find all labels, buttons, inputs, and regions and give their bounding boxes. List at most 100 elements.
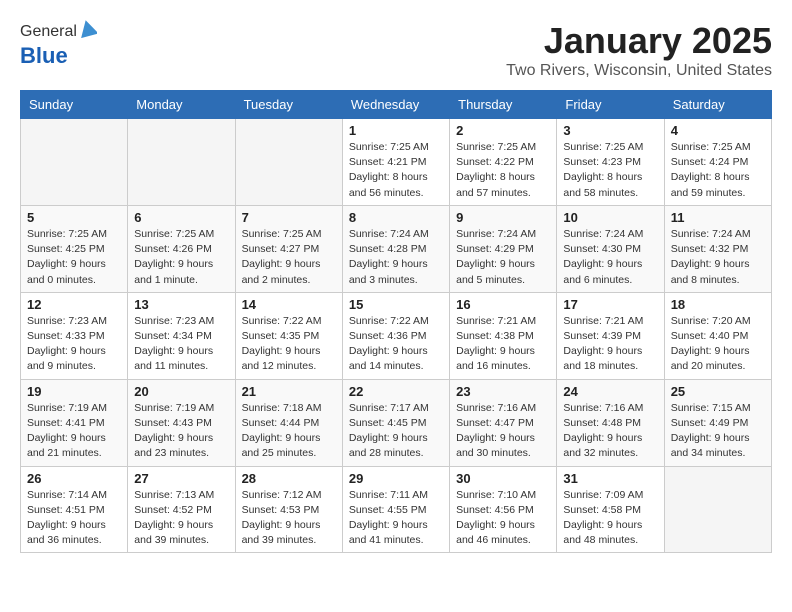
day-number: 11 [671,210,765,225]
calendar-cell: 1 Sunrise: 7:25 AM Sunset: 4:21 PM Daylig… [342,119,449,206]
day-info: Sunrise: 7:24 AM Sunset: 4:28 PM Dayligh… [349,227,443,288]
day-header-friday: Friday [557,91,664,119]
calendar-cell: 7Sunrise: 7:25 AM Sunset: 4:27 PM Daylig… [235,205,342,292]
day-header-sunday: Sunday [21,91,128,119]
calendar-cell: 18 Sunrise: 7:20 AM Sunset: 4:40 PM Dayli… [664,292,771,379]
calendar-cell [664,466,771,553]
calendar-cell: 9 Sunrise: 7:24 AM Sunset: 4:29 PM Daylig… [450,205,557,292]
day-info: Sunrise: 7:19 AM Sunset: 4:43 PM Dayligh… [134,401,228,462]
day-number: 3 [563,123,657,138]
day-number: 9 [456,210,550,225]
day-info: Sunrise: 7:23 AM Sunset: 4:34 PM Dayligh… [134,314,228,375]
day-info: Sunrise: 7:14 AM Sunset: 4:51 PM Dayligh… [27,488,121,549]
day-number: 10 [563,210,657,225]
calendar-cell [21,119,128,206]
day-info: Sunrise: 7:10 AM Sunset: 4:56 PM Dayligh… [456,488,550,549]
day-number: 30 [456,471,550,486]
logo-icon [79,20,97,38]
day-info: Sunrise: 7:09 AM Sunset: 4:58 PM Dayligh… [563,488,657,549]
day-info: Sunrise: 7:25 AM Sunset: 4:27 PM Dayligh… [242,227,336,288]
calendar-cell: 2Sunrise: 7:25 AM Sunset: 4:22 PM Daylig… [450,119,557,206]
logo-blue-text: Blue [20,43,68,69]
calendar-cell: 22 Sunrise: 7:17 AM Sunset: 4:45 PM Dayli… [342,379,449,466]
day-number: 14 [242,297,336,312]
day-info: Sunrise: 7:21 AM Sunset: 4:39 PM Dayligh… [563,314,657,375]
day-number: 26 [27,471,121,486]
calendar-cell: 26 Sunrise: 7:14 AM Sunset: 4:51 PM Dayli… [21,466,128,553]
day-info: Sunrise: 7:13 AM Sunset: 4:52 PM Dayligh… [134,488,228,549]
day-number: 16 [456,297,550,312]
calendar-week-row: 19 Sunrise: 7:19 AM Sunset: 4:41 PM Dayli… [21,379,772,466]
calendar-cell: 31Sunrise: 7:09 AM Sunset: 4:58 PM Dayli… [557,466,664,553]
day-number: 28 [242,471,336,486]
day-number: 22 [349,384,443,399]
day-number: 23 [456,384,550,399]
day-number: 6 [134,210,228,225]
calendar-cell [235,119,342,206]
day-info: Sunrise: 7:25 AM Sunset: 4:21 PM Dayligh… [349,140,443,201]
calendar-cell: 24 Sunrise: 7:16 AM Sunset: 4:48 PM Dayli… [557,379,664,466]
day-info: Sunrise: 7:20 AM Sunset: 4:40 PM Dayligh… [671,314,765,375]
calendar-cell: 14 Sunrise: 7:22 AM Sunset: 4:35 PM Dayli… [235,292,342,379]
calendar-table: SundayMondayTuesdayWednesdayThursdayFrid… [20,90,772,553]
calendar-cell: 25Sunrise: 7:15 AM Sunset: 4:49 PM Dayli… [664,379,771,466]
day-info: Sunrise: 7:16 AM Sunset: 4:47 PM Dayligh… [456,401,550,462]
calendar-cell: 4 Sunrise: 7:25 AM Sunset: 4:24 PM Daylig… [664,119,771,206]
day-number: 21 [242,384,336,399]
calendar-cell: 28 Sunrise: 7:12 AM Sunset: 4:53 PM Dayli… [235,466,342,553]
calendar-cell: 10Sunrise: 7:24 AM Sunset: 4:30 PM Dayli… [557,205,664,292]
calendar-cell: 6 Sunrise: 7:25 AM Sunset: 4:26 PM Daylig… [128,205,235,292]
day-number: 8 [349,210,443,225]
calendar-cell: 8 Sunrise: 7:24 AM Sunset: 4:28 PM Daylig… [342,205,449,292]
day-number: 5 [27,210,121,225]
calendar-week-row: 26 Sunrise: 7:14 AM Sunset: 4:51 PM Dayli… [21,466,772,553]
day-info: Sunrise: 7:16 AM Sunset: 4:48 PM Dayligh… [563,401,657,462]
day-info: Sunrise: 7:25 AM Sunset: 4:26 PM Dayligh… [134,227,228,288]
day-number: 18 [671,297,765,312]
day-header-tuesday: Tuesday [235,91,342,119]
day-info: Sunrise: 7:15 AM Sunset: 4:49 PM Dayligh… [671,401,765,462]
title-area: January 2025 Two Rivers, Wisconsin, Unit… [506,20,772,80]
day-info: Sunrise: 7:22 AM Sunset: 4:36 PM Dayligh… [349,314,443,375]
calendar-cell: 5Sunrise: 7:25 AM Sunset: 4:25 PM Daylig… [21,205,128,292]
day-header-wednesday: Wednesday [342,91,449,119]
day-info: Sunrise: 7:21 AM Sunset: 4:38 PM Dayligh… [456,314,550,375]
day-number: 17 [563,297,657,312]
day-info: Sunrise: 7:22 AM Sunset: 4:35 PM Dayligh… [242,314,336,375]
day-info: Sunrise: 7:11 AM Sunset: 4:55 PM Dayligh… [349,488,443,549]
month-title: January 2025 [506,20,772,62]
calendar-cell [128,119,235,206]
calendar-week-row: 5Sunrise: 7:25 AM Sunset: 4:25 PM Daylig… [21,205,772,292]
day-number: 27 [134,471,228,486]
day-info: Sunrise: 7:24 AM Sunset: 4:29 PM Dayligh… [456,227,550,288]
calendar-cell: 15Sunrise: 7:22 AM Sunset: 4:36 PM Dayli… [342,292,449,379]
day-info: Sunrise: 7:17 AM Sunset: 4:45 PM Dayligh… [349,401,443,462]
location-title: Two Rivers, Wisconsin, United States [506,62,772,80]
day-info: Sunrise: 7:25 AM Sunset: 4:23 PM Dayligh… [563,140,657,201]
day-number: 24 [563,384,657,399]
calendar-header-row: SundayMondayTuesdayWednesdayThursdayFrid… [21,91,772,119]
logo: General Blue [20,20,97,69]
calendar-cell: 17 Sunrise: 7:21 AM Sunset: 4:39 PM Dayli… [557,292,664,379]
day-number: 1 [349,123,443,138]
calendar-cell: 21Sunrise: 7:18 AM Sunset: 4:44 PM Dayli… [235,379,342,466]
calendar-week-row: 12 Sunrise: 7:23 AM Sunset: 4:33 PM Dayli… [21,292,772,379]
day-number: 19 [27,384,121,399]
calendar-cell: 12 Sunrise: 7:23 AM Sunset: 4:33 PM Dayli… [21,292,128,379]
calendar-cell: 23 Sunrise: 7:16 AM Sunset: 4:47 PM Dayli… [450,379,557,466]
day-number: 4 [671,123,765,138]
day-info: Sunrise: 7:24 AM Sunset: 4:32 PM Dayligh… [671,227,765,288]
calendar-cell: 27 Sunrise: 7:13 AM Sunset: 4:52 PM Dayli… [128,466,235,553]
calendar-cell: 19 Sunrise: 7:19 AM Sunset: 4:41 PM Dayli… [21,379,128,466]
day-info: Sunrise: 7:19 AM Sunset: 4:41 PM Dayligh… [27,401,121,462]
logo-general-text: General [20,23,77,41]
calendar-cell: 20Sunrise: 7:19 AM Sunset: 4:43 PM Dayli… [128,379,235,466]
day-info: Sunrise: 7:12 AM Sunset: 4:53 PM Dayligh… [242,488,336,549]
calendar-cell: 29Sunrise: 7:11 AM Sunset: 4:55 PM Dayli… [342,466,449,553]
day-info: Sunrise: 7:23 AM Sunset: 4:33 PM Dayligh… [27,314,121,375]
day-number: 12 [27,297,121,312]
calendar-cell: 3 Sunrise: 7:25 AM Sunset: 4:23 PM Daylig… [557,119,664,206]
day-number: 13 [134,297,228,312]
day-info: Sunrise: 7:25 AM Sunset: 4:24 PM Dayligh… [671,140,765,201]
day-header-thursday: Thursday [450,91,557,119]
